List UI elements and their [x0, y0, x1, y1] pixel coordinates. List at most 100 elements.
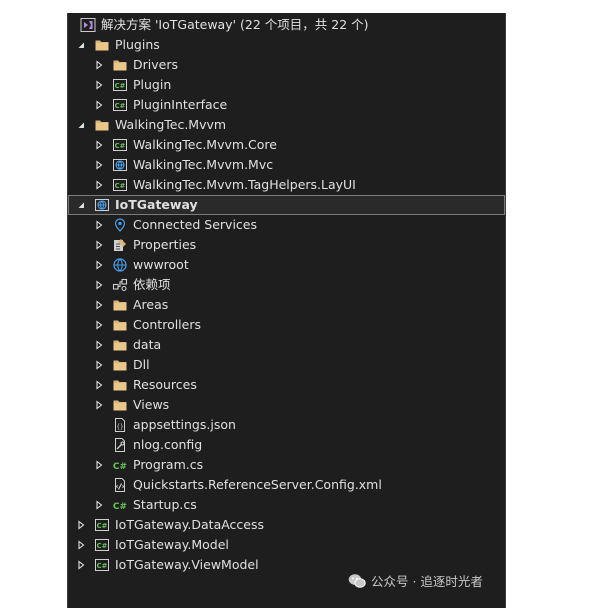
tree-item-label: data	[133, 337, 162, 352]
tree-item-label: WalkingTec.Mvvm.TagHelpers.LayUI	[133, 177, 356, 192]
collapsed-arrow-icon[interactable]	[94, 260, 104, 270]
folder-icon	[112, 337, 128, 353]
csharp-project-icon: C#	[94, 557, 110, 573]
tree-item-label: IoTGateway.ViewModel	[115, 557, 259, 572]
tree-item[interactable]: Areas	[68, 295, 505, 315]
tree-item[interactable]: Views	[68, 395, 505, 415]
expanded-arrow-icon[interactable]	[76, 120, 86, 130]
collapsed-arrow-icon[interactable]	[94, 80, 104, 90]
collapsed-arrow-icon[interactable]	[94, 380, 104, 390]
tree-item-label: Views	[133, 397, 170, 412]
tree-item[interactable]: Connected Services	[68, 215, 505, 235]
csharp-file-icon: C#	[112, 497, 128, 513]
folder-icon	[112, 317, 128, 333]
tree-item-label: Startup.cs	[133, 497, 197, 512]
properties-icon	[112, 237, 128, 253]
tree-item[interactable]: WalkingTec.Mvvm	[68, 115, 505, 135]
watermark-text: 公众号 · 追逐时光者	[371, 574, 483, 589]
tree-item[interactable]: nlog.config	[68, 435, 505, 455]
svg-text:C#: C#	[115, 142, 126, 150]
csharp-project-icon: C#	[112, 177, 128, 193]
collapsed-arrow-icon[interactable]	[94, 240, 104, 250]
tree-item[interactable]: 依赖项	[68, 275, 505, 295]
collapsed-arrow-icon[interactable]	[94, 100, 104, 110]
tree-item[interactable]: Plugins	[68, 35, 505, 55]
tree-item[interactable]: wwwroot	[68, 255, 505, 275]
tree-item[interactable]: Properties	[68, 235, 505, 255]
tree-item[interactable]: Quickstarts.ReferenceServer.Config.xml	[68, 475, 505, 495]
tree-item-label: Plugin	[133, 77, 172, 92]
tree-item[interactable]: C# IoTGateway.Model	[68, 535, 505, 555]
collapsed-arrow-icon[interactable]	[94, 160, 104, 170]
collapsed-arrow-icon[interactable]	[94, 180, 104, 190]
folder-icon	[112, 297, 128, 313]
svg-text:C#: C#	[97, 522, 108, 530]
tree-item[interactable]: C# PluginInterface	[68, 95, 505, 115]
tree-item-label: Resources	[133, 377, 197, 392]
xml-file-icon	[112, 477, 128, 493]
tree-item[interactable]: C# Program.cs	[68, 455, 505, 475]
svg-text:{}: {}	[116, 424, 123, 431]
tree-item[interactable]: WalkingTec.Mvvm.Mvc	[68, 155, 505, 175]
tree-item[interactable]: Drivers	[68, 55, 505, 75]
collapsed-arrow-icon[interactable]	[76, 520, 86, 530]
json-file-icon: {}	[112, 417, 128, 433]
svg-text:C#: C#	[97, 542, 108, 550]
collapsed-arrow-icon[interactable]	[94, 300, 104, 310]
tree-item-label: WalkingTec.Mvvm.Mvc	[133, 157, 274, 172]
collapsed-arrow-icon[interactable]	[94, 320, 104, 330]
collapsed-arrow-icon[interactable]	[76, 560, 86, 570]
tree-item[interactable]: data	[68, 335, 505, 355]
svg-text:C#: C#	[115, 182, 126, 190]
collapsed-arrow-icon[interactable]	[94, 340, 104, 350]
csharp-project-icon: C#	[112, 97, 128, 113]
tree-item-label: Areas	[133, 297, 169, 312]
web-project-icon	[94, 197, 110, 213]
tree-item-label: Program.cs	[133, 457, 204, 472]
svg-text:C#: C#	[113, 502, 127, 512]
collapsed-arrow-icon[interactable]	[94, 60, 104, 70]
collapsed-arrow-icon[interactable]	[94, 140, 104, 150]
tree-item[interactable]: C# Plugin	[68, 75, 505, 95]
tree-item[interactable]: C# IoTGateway.DataAccess	[68, 515, 505, 535]
svg-text:C#: C#	[113, 462, 127, 472]
collapsed-arrow-icon[interactable]	[94, 220, 104, 230]
solution-node[interactable]: 解决方案 'IoTGateway' (22 个项目，共 22 个)	[68, 15, 505, 35]
tree-item[interactable]: Resources	[68, 375, 505, 395]
tree-item[interactable]: {} appsettings.json	[68, 415, 505, 435]
tree-item[interactable]: C# WalkingTec.Mvvm.Core	[68, 135, 505, 155]
tree-item[interactable]: C# WalkingTec.Mvvm.TagHelpers.LayUI	[68, 175, 505, 195]
web-project-icon	[112, 157, 128, 173]
tree-item-label: Dll	[133, 357, 150, 372]
csharp-file-icon: C#	[112, 457, 128, 473]
collapsed-arrow-icon[interactable]	[94, 280, 104, 290]
folder-icon	[94, 37, 110, 53]
tree-item[interactable]: Dll	[68, 355, 505, 375]
tree-item[interactable]: C# Startup.cs	[68, 495, 505, 515]
tree-item[interactable]: IoTGateway	[68, 195, 505, 215]
folder-icon	[112, 357, 128, 373]
tree-item-label: PluginInterface	[133, 97, 228, 112]
csharp-project-icon: C#	[94, 517, 110, 533]
tree-item-label: nlog.config	[133, 437, 203, 452]
tree-item-label: 依赖项	[133, 277, 171, 292]
folder-icon	[112, 397, 128, 413]
tree-item-label: Drivers	[133, 57, 178, 72]
svg-text:C#: C#	[97, 562, 108, 570]
tree-item-label: Plugins	[115, 37, 160, 52]
expanded-arrow-icon[interactable]	[76, 200, 86, 210]
collapsed-arrow-icon[interactable]	[76, 540, 86, 550]
collapsed-arrow-icon[interactable]	[94, 400, 104, 410]
tree-item-label: IoTGateway	[115, 197, 198, 212]
tree-item[interactable]: Controllers	[68, 315, 505, 335]
tree-item-label: Properties	[133, 237, 197, 252]
solution-explorer-panel: 解决方案 'IoTGateway' (22 个项目，共 22 个) Plugin…	[67, 13, 506, 608]
folder-icon	[94, 117, 110, 133]
expanded-arrow-icon[interactable]	[76, 40, 86, 50]
collapsed-arrow-icon[interactable]	[94, 360, 104, 370]
tree-item-label: IoTGateway.DataAccess	[115, 517, 265, 532]
collapsed-arrow-icon[interactable]	[94, 500, 104, 510]
wechat-icon	[348, 573, 366, 588]
collapsed-arrow-icon[interactable]	[94, 460, 104, 470]
dependencies-icon	[112, 277, 128, 293]
